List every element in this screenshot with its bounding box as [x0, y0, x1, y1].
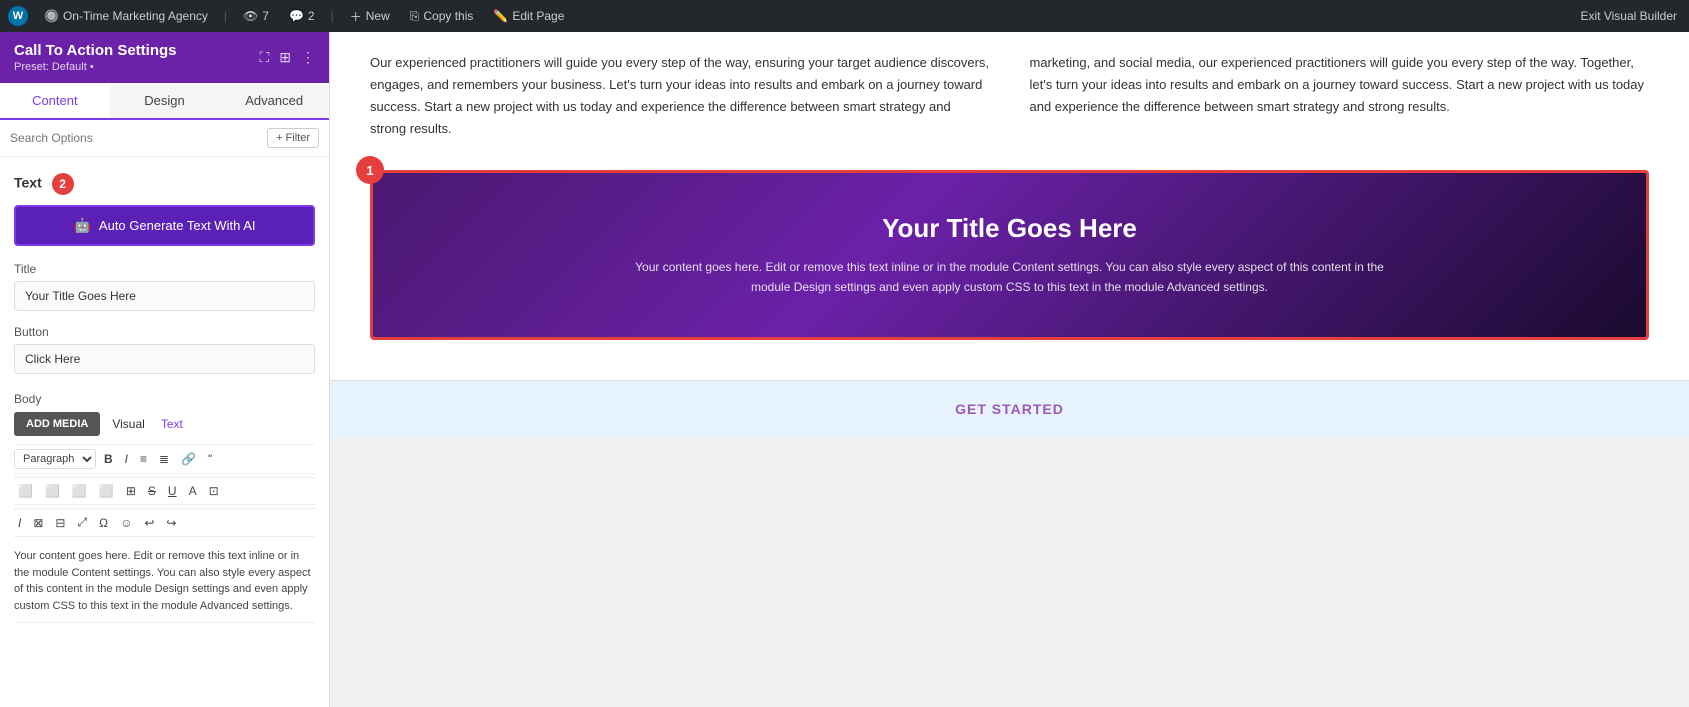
agency-link[interactable]: 🔘 On-Time Marketing Agency	[40, 9, 212, 23]
align-justify-btn[interactable]: ⬜	[95, 482, 118, 500]
sidebar-preset: Preset: Default •	[14, 61, 177, 73]
new-item[interactable]: ＋ New	[346, 8, 394, 25]
quote-btn[interactable]: "	[204, 450, 216, 468]
align-center-btn[interactable]: ⬜	[41, 482, 64, 500]
button-label: Button	[14, 325, 315, 339]
add-media-button[interactable]: ADD MEDIA	[14, 412, 100, 436]
text-badge: 2	[52, 173, 74, 195]
emoji-btn[interactable]: ☺	[116, 514, 136, 532]
exit-builder[interactable]: Exit Visual Builder	[1577, 9, 1682, 23]
resize-btn[interactable]: ⤢	[73, 513, 91, 532]
fullscreen-icon[interactable]: ⛶	[259, 49, 269, 66]
italic2-btn[interactable]: I	[14, 514, 25, 532]
italic-btn[interactable]: I	[121, 450, 132, 468]
comments-item[interactable]: 💬 2	[285, 9, 319, 23]
edit-item[interactable]: ✏️ Edit Page	[489, 9, 568, 23]
editor-toolbar-1: Paragraph B I ≡ ≣ 🔗 "	[14, 444, 315, 474]
body-label: Body	[14, 392, 315, 406]
body-text-content[interactable]: Your content goes here. Edit or remove t…	[14, 540, 315, 623]
separator-1: |	[224, 9, 227, 23]
editor-toolbar-3: I ⊠ ⊟ ⤢ Ω ☺ ↩ ↪	[14, 508, 315, 537]
align-right-btn[interactable]: ⬜	[68, 482, 91, 500]
page-content: Our experienced practitioners will guide…	[330, 32, 1689, 380]
content-area: Our experienced practitioners will guide…	[330, 32, 1689, 707]
title-input[interactable]	[14, 281, 315, 311]
align-left-btn[interactable]: ⬜	[14, 482, 37, 500]
cta-border: Your Title Goes Here Your content goes h…	[370, 170, 1649, 339]
body-section: Body ADD MEDIA Visual Text Paragraph B I…	[14, 392, 315, 623]
paragraph-select[interactable]: Paragraph	[14, 449, 96, 469]
text-tab[interactable]: Text	[157, 412, 187, 436]
search-input[interactable]	[10, 131, 261, 145]
bold-btn[interactable]: B	[100, 450, 117, 468]
redo-btn[interactable]: ↪	[162, 514, 180, 532]
ul-btn[interactable]: ≡	[136, 450, 151, 468]
views-item[interactable]: 👁 7	[239, 9, 273, 23]
copy-item[interactable]: ⎘ Copy this	[406, 9, 478, 24]
editor-toolbar-2: ⬜ ⬜ ⬜ ⬜ ⊞ S U A ⊡	[14, 477, 315, 505]
visual-tab[interactable]: Visual	[108, 412, 148, 436]
strikethrough-btn[interactable]: S	[144, 482, 160, 500]
font-color-btn[interactable]: A	[185, 482, 201, 500]
separator-2: |	[331, 9, 334, 23]
top-bar: W 🔘 On-Time Marketing Agency | 👁 7 💬 2 |…	[0, 0, 1689, 32]
editor-btns: ADD MEDIA Visual Text	[14, 412, 315, 436]
sidebar-tabs: Content Design Advanced	[0, 83, 329, 120]
ai-icon: 🤖	[73, 217, 90, 234]
columns-icon[interactable]: ⊞	[279, 49, 291, 66]
wordpress-icon[interactable]: W	[8, 6, 28, 26]
text-section-title: Text 2	[14, 173, 315, 195]
button-input[interactable]	[14, 344, 315, 374]
special-char-btn[interactable]: Ω	[95, 514, 112, 532]
underline-btn[interactable]: U	[164, 482, 181, 500]
undo-btn[interactable]: ↩	[140, 514, 158, 532]
more-icon[interactable]: ⋮	[301, 49, 315, 66]
link-btn[interactable]: 🔗	[177, 450, 200, 468]
get-started-preview: GET STARTED	[330, 380, 1689, 437]
indent-btn[interactable]: ⊡	[205, 482, 223, 500]
title-label: Title	[14, 262, 315, 276]
get-started-label: GET STARTED	[370, 401, 1649, 417]
more-btn[interactable]: ⊟	[51, 514, 69, 532]
two-col-text: Our experienced practitioners will guide…	[370, 52, 1649, 140]
sidebar-header-info: Call To Action Settings Preset: Default …	[14, 42, 177, 73]
tab-advanced[interactable]: Advanced	[219, 83, 329, 118]
sidebar-header-icons: ⛶ ⊞ ⋮	[259, 49, 315, 66]
ai-generate-button[interactable]: 🤖 Auto Generate Text With AI	[14, 205, 315, 246]
cta-title: Your Title Goes Here	[882, 213, 1137, 244]
col2-text: marketing, and social media, our experie…	[1030, 52, 1650, 140]
sidebar-search-bar: + Filter	[0, 120, 329, 157]
cta-body-text: Your content goes here. Edit or remove t…	[630, 258, 1390, 296]
sidebar: Call To Action Settings Preset: Default …	[0, 32, 330, 707]
outdent-btn[interactable]: ⊠	[29, 514, 47, 532]
ol-btn[interactable]: ≣	[155, 450, 173, 468]
col1-text: Our experienced practitioners will guide…	[370, 52, 990, 140]
table-btn[interactable]: ⊞	[122, 482, 140, 500]
sidebar-title: Call To Action Settings	[14, 42, 177, 59]
filter-button[interactable]: + Filter	[267, 128, 319, 148]
sidebar-header: Call To Action Settings Preset: Default …	[0, 32, 329, 83]
cta-wrapper[interactable]: 1 Your Title Goes Here Your content goes…	[370, 170, 1649, 339]
main-layout: Call To Action Settings Preset: Default …	[0, 32, 1689, 707]
tab-content[interactable]: Content	[0, 83, 110, 120]
sidebar-content: Text 2 🤖 Auto Generate Text With AI Titl…	[0, 157, 329, 707]
tab-design[interactable]: Design	[110, 83, 220, 118]
cta-module: Your Title Goes Here Your content goes h…	[373, 173, 1646, 336]
